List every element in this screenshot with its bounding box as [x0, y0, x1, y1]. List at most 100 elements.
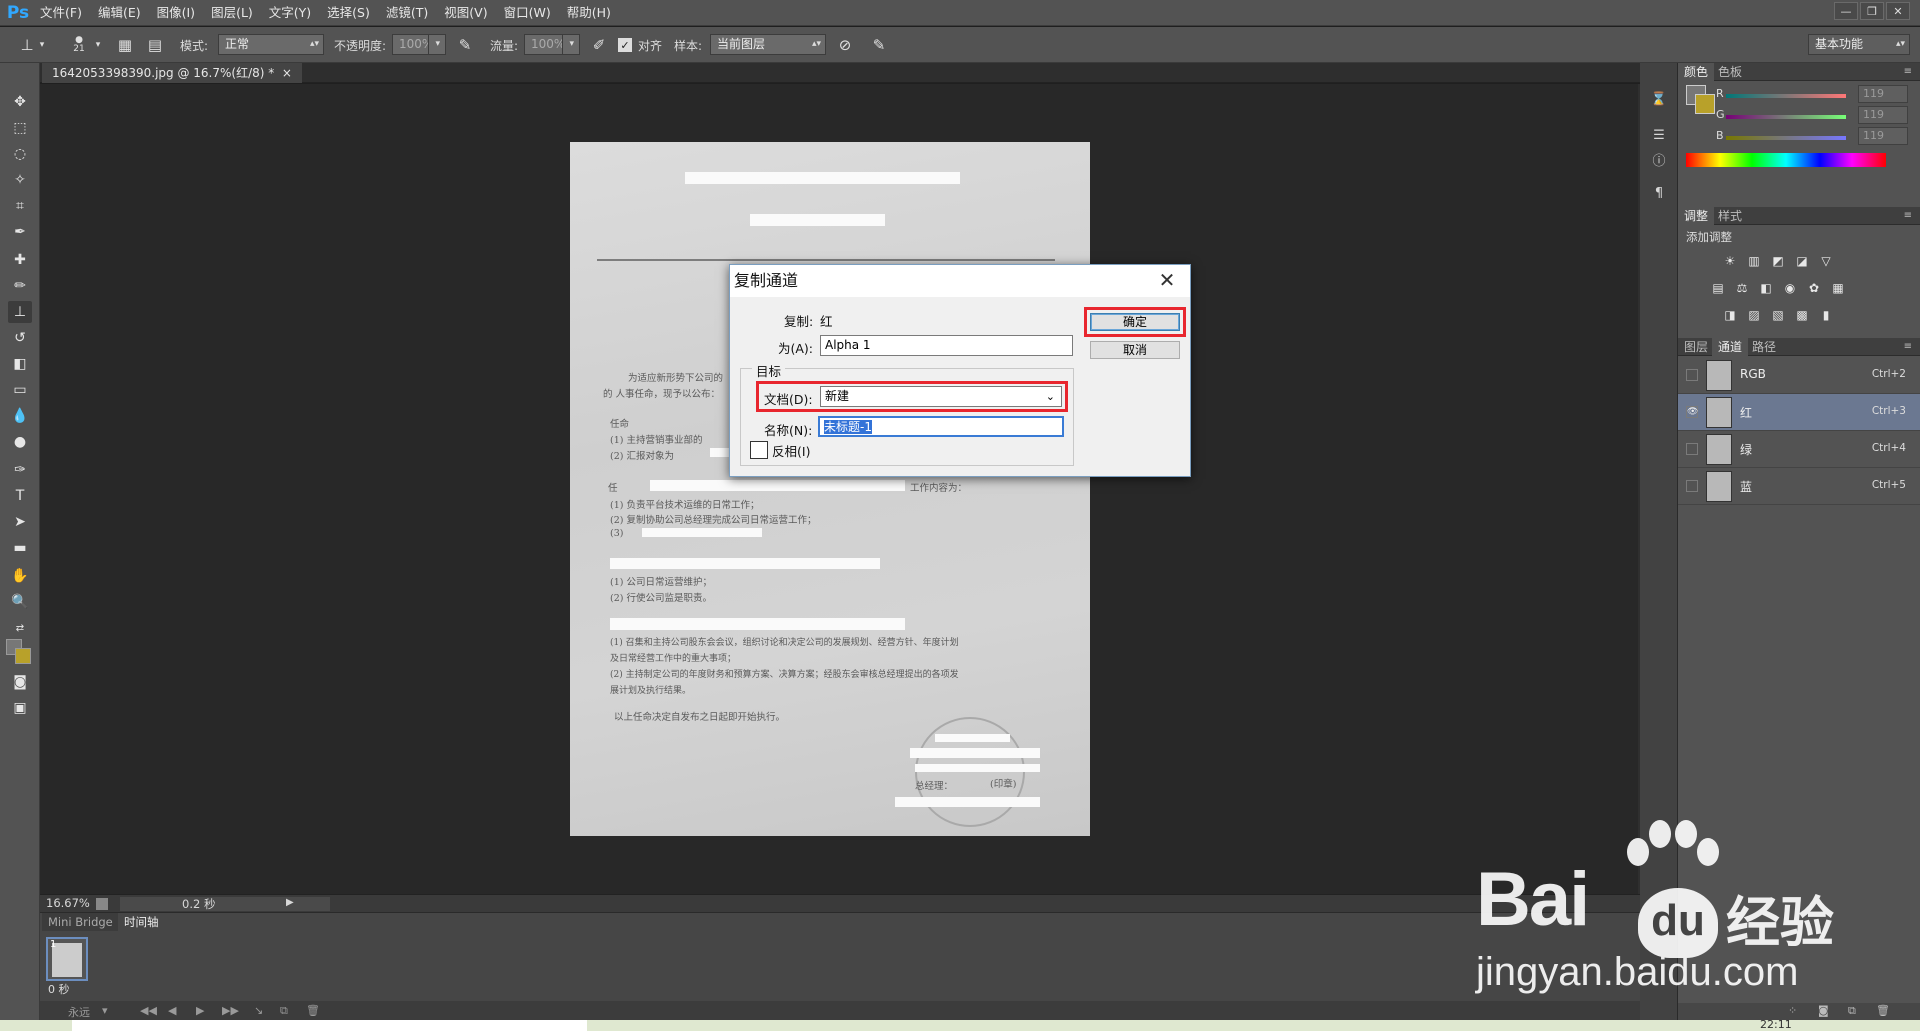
tab-styles[interactable]: 样式: [1712, 207, 1748, 225]
clone-source-icon[interactable]: ▤: [144, 34, 166, 56]
tab-swatches[interactable]: 色板: [1712, 63, 1748, 81]
eye-icon[interactable]: 👁: [1686, 406, 1698, 418]
save-selection-icon[interactable]: ◙: [1818, 1004, 1829, 1017]
menu-type[interactable]: 文字(Y): [261, 0, 319, 26]
play-icon[interactable]: ▶: [196, 1004, 204, 1017]
menu-edit[interactable]: 编辑(E): [90, 0, 149, 26]
prev-frame-icon[interactable]: ◀: [168, 1004, 176, 1017]
swap-colors-icon[interactable]: ⇄: [8, 617, 32, 639]
selective-color-icon[interactable]: ▮: [1818, 308, 1834, 322]
play-arrow-icon[interactable]: ▶: [286, 897, 294, 908]
visibility-toggle[interactable]: [1686, 480, 1698, 492]
brightness-icon[interactable]: ☀: [1722, 254, 1738, 268]
green-value-input[interactable]: 119: [1858, 106, 1908, 124]
channel-row-blue[interactable]: 蓝 Ctrl+5: [1678, 468, 1920, 505]
brush-tool-icon[interactable]: ✏: [8, 275, 32, 297]
brush-panel-icon[interactable]: ▦: [114, 34, 136, 56]
visibility-toggle[interactable]: [1686, 443, 1698, 455]
align-checkbox[interactable]: ✓: [618, 38, 632, 52]
minimize-button[interactable]: —: [1834, 2, 1858, 20]
green-track[interactable]: [1726, 115, 1846, 119]
tab-adjustments[interactable]: 调整: [1678, 207, 1715, 225]
flow-input[interactable]: 100%: [524, 34, 565, 55]
document-tab[interactable]: 1642053398390.jpg @ 16.7%(红/8) * ×: [42, 63, 302, 83]
color-spectrum[interactable]: [1686, 153, 1886, 167]
clone-stamp-tool-icon[interactable]: ⊥: [16, 34, 38, 56]
shape-tool-icon[interactable]: ▬: [8, 537, 32, 559]
invert-icon[interactable]: ◨: [1722, 308, 1738, 322]
sample-select[interactable]: 当前图层 ▴▾: [710, 34, 826, 55]
menu-file[interactable]: 文件(F): [32, 0, 90, 26]
exposure-icon[interactable]: ◪: [1794, 254, 1810, 268]
invert-checkbox[interactable]: [750, 441, 768, 459]
channel-row-red[interactable]: 👁 红 Ctrl+3: [1678, 394, 1920, 431]
panel-menu-icon[interactable]: ≡: [1898, 207, 1918, 225]
blue-value-input[interactable]: 119: [1858, 127, 1908, 145]
channel-row-green[interactable]: 绿 Ctrl+4: [1678, 431, 1920, 468]
loop-select[interactable]: 永远: [68, 1004, 90, 1020]
close-window-button[interactable]: ✕: [1886, 2, 1910, 20]
eraser-tool-icon[interactable]: ◧: [8, 353, 32, 375]
channel-row-rgb[interactable]: RGB Ctrl+2: [1678, 357, 1920, 394]
color-lookup-icon[interactable]: ▦: [1830, 281, 1846, 295]
quick-mask-icon[interactable]: ◙: [8, 671, 32, 693]
pen-tool-icon[interactable]: ✑: [8, 459, 32, 481]
tab-color[interactable]: 颜色: [1678, 63, 1715, 81]
tween-icon[interactable]: ↘: [254, 1004, 263, 1017]
vibrance-icon[interactable]: ▽: [1818, 254, 1834, 268]
lasso-tool-icon[interactable]: ◌: [8, 143, 32, 165]
duplicate-frame-icon[interactable]: ⧉: [280, 1004, 288, 1018]
history-panel-icon[interactable]: ⌛: [1649, 89, 1669, 109]
tab-layers[interactable]: 图层: [1678, 338, 1714, 356]
cancel-button[interactable]: 取消: [1090, 341, 1180, 359]
dodge-tool-icon[interactable]: ●: [8, 431, 32, 453]
channel-mixer-icon[interactable]: ✿: [1806, 281, 1822, 295]
gradient-tool-icon[interactable]: ▭: [8, 379, 32, 401]
visibility-toggle[interactable]: [1686, 369, 1698, 381]
first-frame-icon[interactable]: ◀◀: [140, 1004, 157, 1017]
crop-tool-icon[interactable]: ⌗: [8, 195, 32, 217]
info-panel-icon[interactable]: ⓘ: [1649, 149, 1669, 169]
blue-track[interactable]: [1726, 136, 1846, 140]
export-icon[interactable]: [96, 898, 108, 910]
menu-layer[interactable]: 图层(L): [203, 0, 261, 26]
threshold-icon[interactable]: ▧: [1770, 308, 1786, 322]
red-track[interactable]: [1726, 94, 1846, 98]
quick-select-tool-icon[interactable]: ✧: [8, 169, 32, 191]
new-document-name-input[interactable]: 未标题-1: [818, 416, 1064, 437]
delete-channel-icon[interactable]: 🗑: [1876, 1004, 1890, 1017]
menu-select[interactable]: 选择(S): [319, 0, 378, 26]
menu-window[interactable]: 窗口(W): [496, 0, 559, 26]
menu-filter[interactable]: 滤镜(T): [378, 0, 436, 26]
clone-stamp-tool-icon[interactable]: ⊥: [8, 301, 32, 323]
close-icon[interactable]: ✕: [1156, 268, 1178, 292]
delete-frame-icon[interactable]: 🗑: [306, 1004, 320, 1017]
path-select-tool-icon[interactable]: ➤: [8, 511, 32, 533]
move-tool-icon[interactable]: ✥: [8, 91, 32, 113]
close-tab-icon[interactable]: ×: [282, 66, 292, 80]
panel-menu-icon[interactable]: ≡: [1898, 63, 1918, 81]
type-tool-icon[interactable]: T: [8, 485, 32, 507]
frame-delay[interactable]: 0 秒: [48, 981, 70, 997]
blur-tool-icon[interactable]: 💧: [8, 405, 32, 427]
tab-channels[interactable]: 通道: [1712, 338, 1749, 356]
red-slider[interactable]: R 119: [1686, 85, 1911, 103]
panel-menu-icon[interactable]: ≡: [1898, 338, 1918, 356]
blue-slider[interactable]: B 119: [1686, 127, 1911, 145]
hand-tool-icon[interactable]: ✋: [8, 565, 32, 587]
brush-preset-picker[interactable]: ● 21: [68, 34, 90, 56]
photo-filter-icon[interactable]: ◉: [1782, 281, 1798, 295]
tab-paths[interactable]: 路径: [1746, 338, 1782, 356]
ignore-adjustment-layers-icon[interactable]: ⊘: [834, 34, 856, 56]
load-selection-icon[interactable]: ⁘: [1788, 1004, 1797, 1017]
loop-dropdown-icon[interactable]: ▾: [102, 1004, 108, 1017]
airbrush-icon[interactable]: ✐: [588, 34, 610, 56]
pressure-size-icon[interactable]: ✎: [868, 34, 890, 56]
actions-panel-icon[interactable]: ☰: [1649, 125, 1669, 145]
black-white-icon[interactable]: ◧: [1758, 281, 1774, 295]
screen-mode-icon[interactable]: ▣: [8, 697, 32, 719]
red-value-input[interactable]: 119: [1858, 85, 1908, 103]
history-brush-tool-icon[interactable]: ↺: [8, 327, 32, 349]
zoom-level[interactable]: 16.67%: [46, 896, 90, 910]
gradient-map-icon[interactable]: ▩: [1794, 308, 1810, 322]
